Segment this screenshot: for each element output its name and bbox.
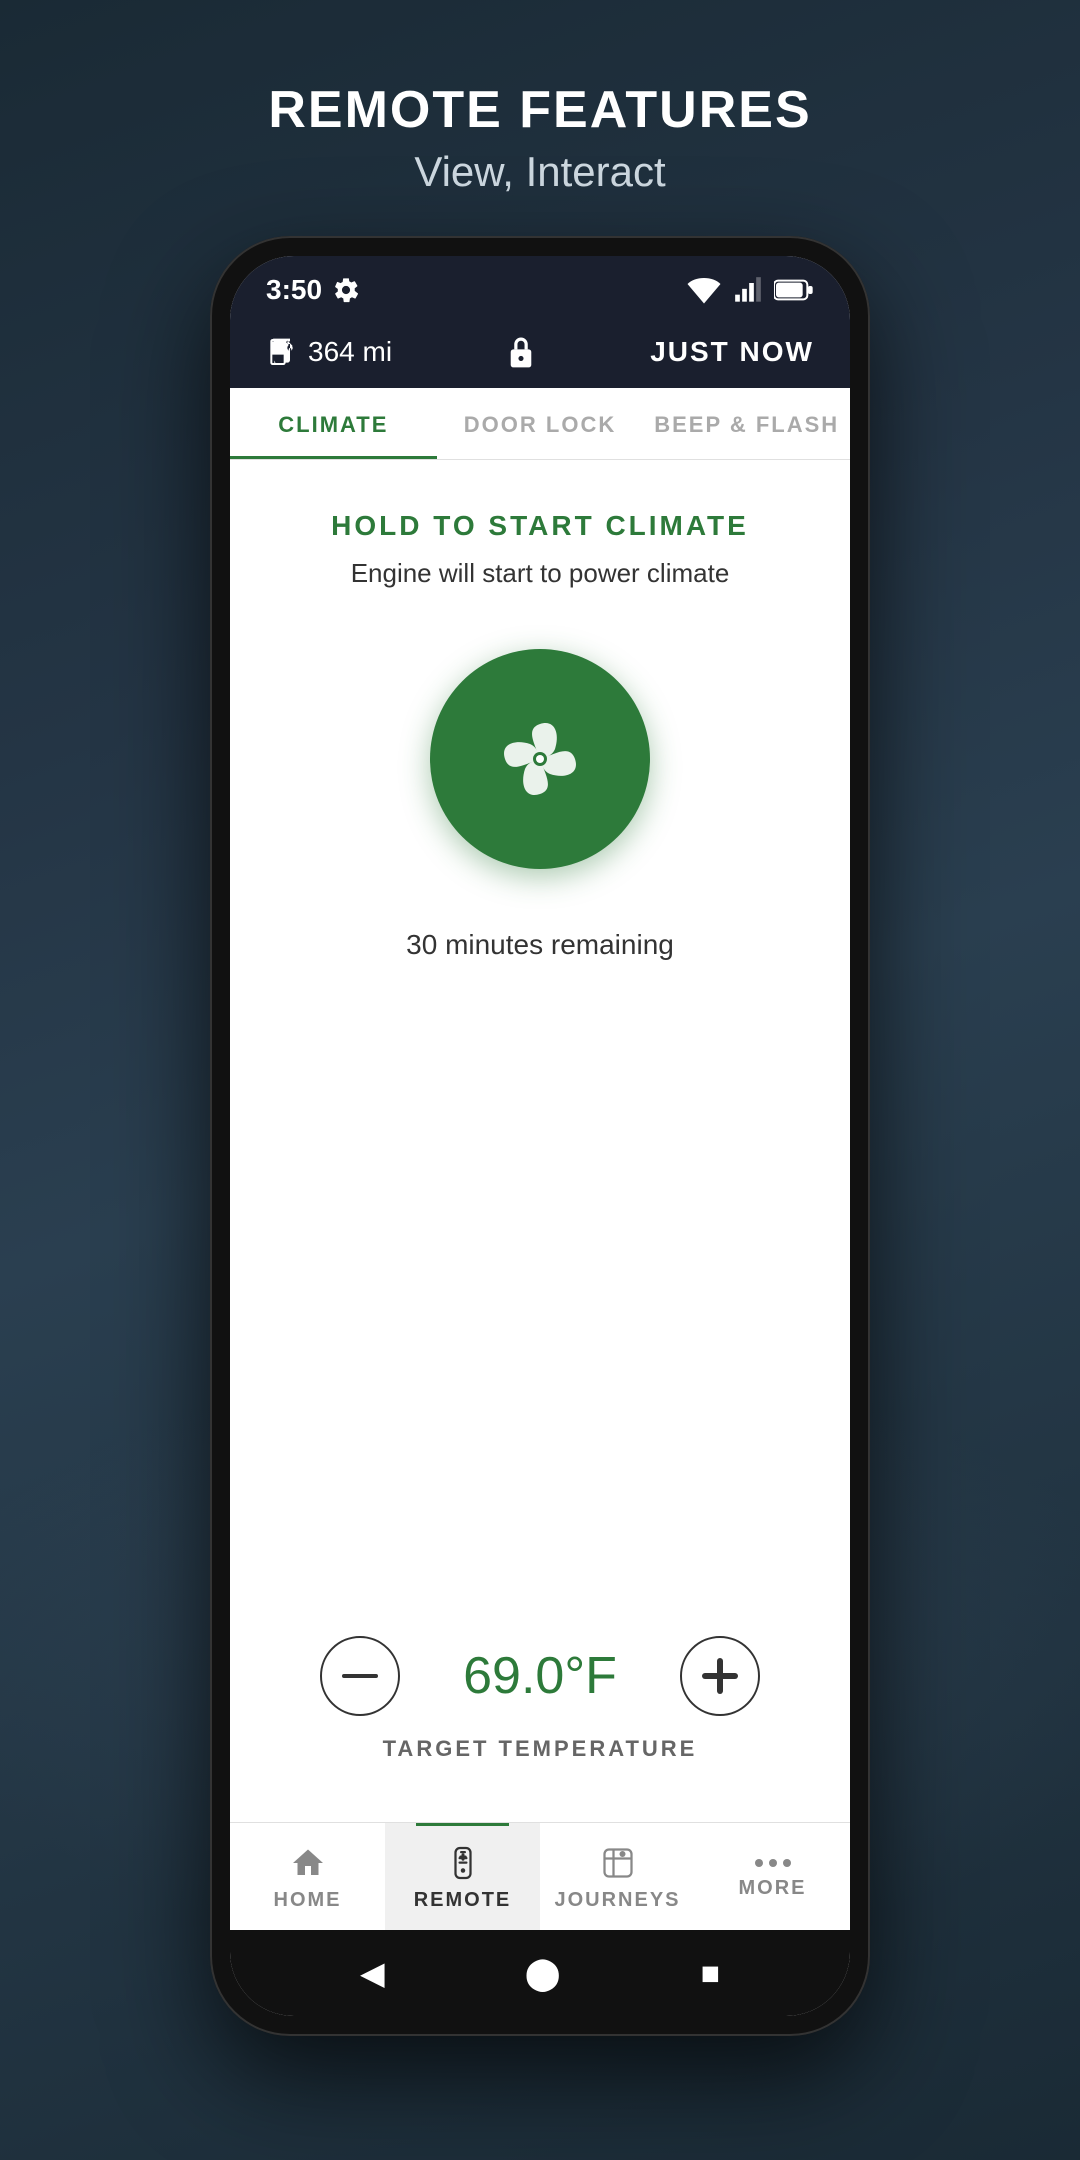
home-label: HOME <box>274 1889 342 1912</box>
journeys-icon <box>600 1845 636 1881</box>
wifi-icon <box>686 276 722 304</box>
home-icon <box>290 1845 326 1881</box>
android-nav: ◀ ⬤ ■ <box>230 1930 850 2016</box>
fuel-icon <box>266 336 298 368</box>
just-now-label: JUST NOW <box>650 336 814 368</box>
page-subtitle: View, Interact <box>268 148 811 196</box>
status-bar: 3:50 <box>230 256 850 320</box>
nav-home[interactable]: HOME <box>230 1823 385 1930</box>
main-content: HOLD TO START CLIMATE Engine will start … <box>230 460 850 1822</box>
bottom-nav: HOME REMOTE <box>230 1822 850 1930</box>
phone-frame: 3:50 <box>210 236 870 2036</box>
signal-icon <box>734 276 762 304</box>
lock-icon <box>505 334 537 370</box>
settings-icon <box>332 276 360 304</box>
hold-title: HOLD TO START CLIMATE <box>331 510 749 542</box>
minus-icon <box>342 1674 378 1678</box>
more-label: MORE <box>739 1877 807 1900</box>
fan-button[interactable] <box>430 649 650 869</box>
fuel-info: 364 mi <box>266 336 392 368</box>
home-button[interactable]: ⬤ <box>525 1954 561 1992</box>
more-icon <box>755 1857 791 1869</box>
nav-journeys[interactable]: JOURNEYS <box>540 1823 695 1930</box>
temp-increase-button[interactable] <box>680 1636 760 1716</box>
battery-icon <box>774 276 814 304</box>
status-left: 3:50 <box>266 274 360 306</box>
mileage-display: 364 mi <box>308 336 392 368</box>
journeys-label: JOURNEYS <box>554 1889 680 1912</box>
minutes-remaining: 30 minutes remaining <box>406 929 674 961</box>
status-right <box>686 276 814 304</box>
phone-inner: 3:50 <box>230 256 850 2016</box>
engine-subtitle: Engine will start to power climate <box>351 558 730 589</box>
page-header: REMOTE FEATURES View, Interact <box>268 0 811 196</box>
lock-icon-container <box>505 334 537 370</box>
temp-control: 69.0°F <box>270 1636 810 1716</box>
tab-doorlock[interactable]: DOOR LOCK <box>437 388 644 459</box>
nav-remote[interactable]: REMOTE <box>385 1823 540 1930</box>
fan-icon <box>490 709 590 809</box>
nav-more[interactable]: MORE <box>695 1823 850 1930</box>
tab-beepflash[interactable]: BEEP & FLASH <box>643 388 850 459</box>
plus-icon <box>702 1658 738 1694</box>
back-button[interactable]: ◀ <box>360 1954 385 1992</box>
tab-climate[interactable]: CLIMATE <box>230 388 437 459</box>
remote-icon <box>445 1845 481 1881</box>
remote-label: REMOTE <box>414 1889 512 1912</box>
recents-button[interactable]: ■ <box>701 1955 720 1992</box>
temp-decrease-button[interactable] <box>320 1636 400 1716</box>
page-title: REMOTE FEATURES <box>268 80 811 140</box>
tabs-container: CLIMATE DOOR LOCK BEEP & FLASH <box>230 388 850 460</box>
time-display: 3:50 <box>266 274 322 306</box>
info-bar: 364 mi JUST NOW <box>230 320 850 388</box>
temp-label: TARGET TEMPERATURE <box>383 1736 698 1762</box>
temperature-display: 69.0°F <box>450 1646 630 1706</box>
